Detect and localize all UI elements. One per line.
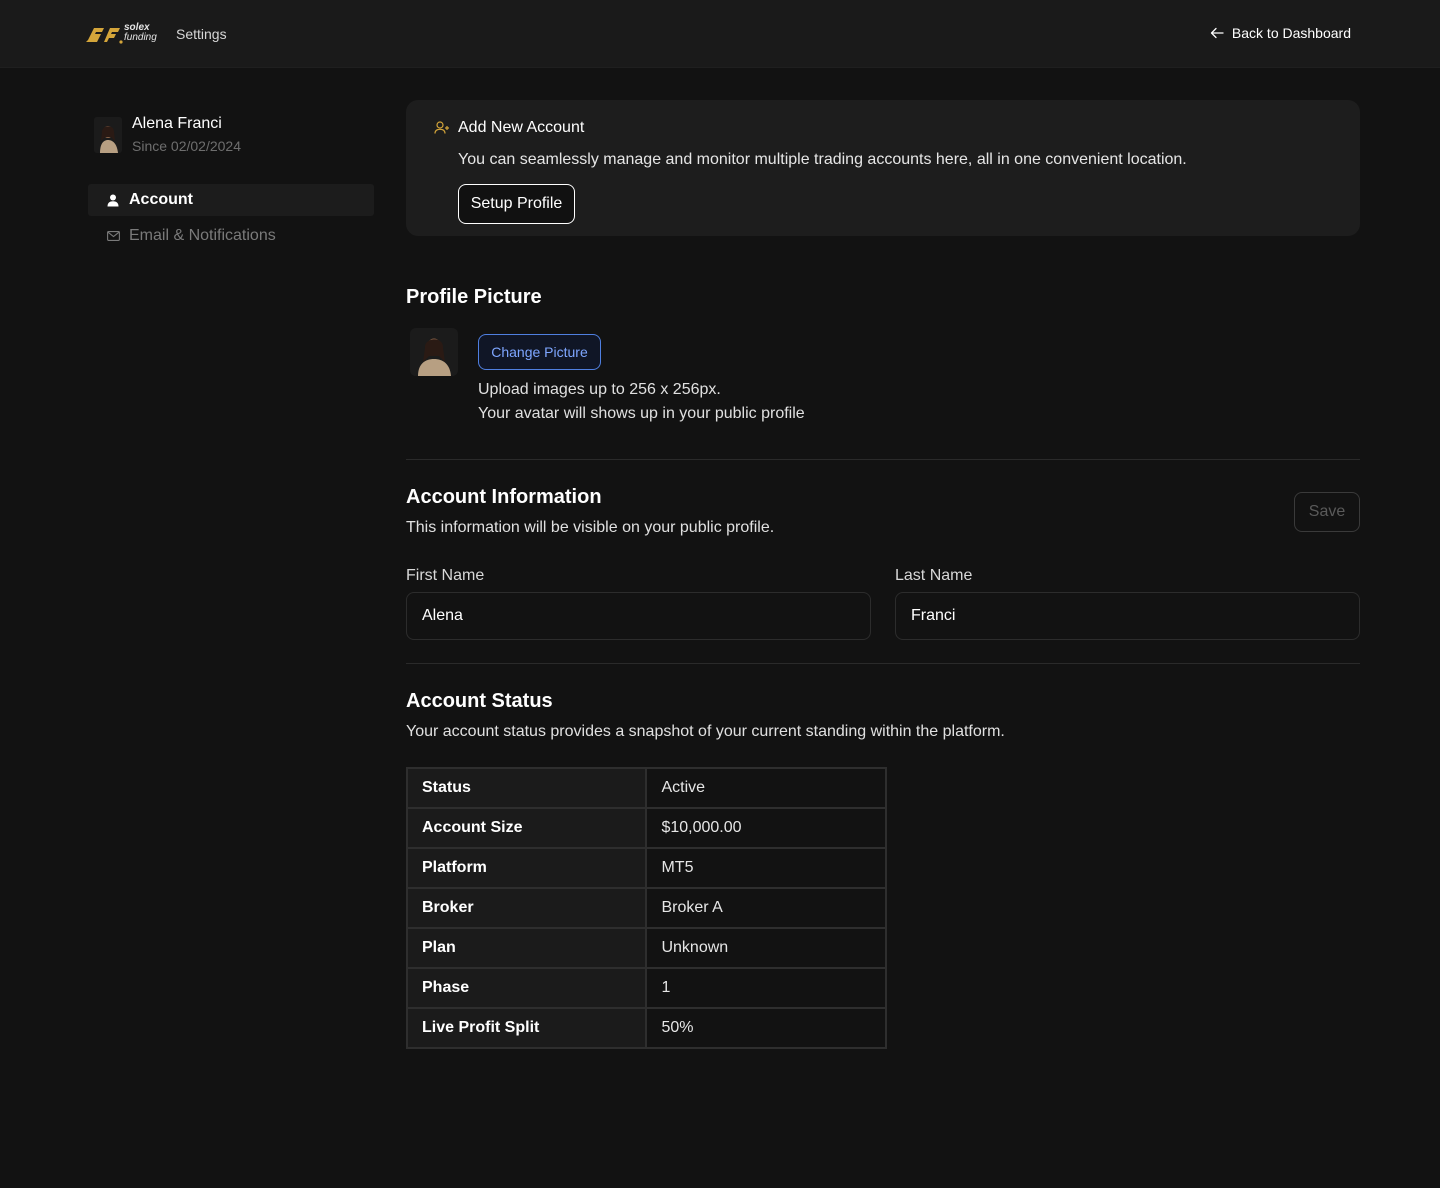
logo-wordmark-bottom: funding (124, 32, 157, 43)
broker-key: Broker (405, 887, 648, 929)
back-to-dashboard-label: Back to Dashboard (1231, 25, 1351, 41)
setup-profile-button[interactable]: Setup Profile (458, 184, 575, 224)
account-status-table: Status Active Account Size $10,000.00 Pl… (405, 767, 887, 1049)
platform-key: Platform (405, 847, 648, 889)
add-account-description: You can seamlessly manage and monitor mu… (458, 151, 1187, 168)
first-name-label: First Name (406, 567, 485, 584)
section-divider (406, 663, 1360, 664)
change-picture-button[interactable]: Change Picture (478, 334, 601, 370)
account-information-description: This information will be visible on your… (406, 519, 775, 536)
account-size-key: Account Size (405, 807, 648, 849)
sidebar-item-label: Account (129, 191, 193, 208)
page-title: Settings (176, 26, 227, 42)
upload-size-hint: Upload images up to 256 x 256px. (478, 381, 721, 398)
table-row: Platform MT5 (405, 847, 887, 889)
add-account-card: Add New Account You can seamlessly manag… (406, 100, 1360, 236)
broker-value: Broker A (645, 887, 887, 929)
sidebar-item-account[interactable]: Account (88, 184, 374, 216)
profile-picture-heading: Profile Picture (406, 286, 542, 308)
top-bar: solex funding Settings Back to Dashboard (0, 0, 1440, 68)
live-profit-split-value: 50% (645, 1007, 887, 1049)
avatar (94, 117, 122, 153)
table-row: Broker Broker A (405, 887, 887, 929)
plan-value: Unknown (645, 927, 887, 969)
plan-key: Plan (405, 927, 648, 969)
last-name-field[interactable] (895, 592, 1360, 640)
status-value: Active (645, 767, 887, 809)
account-status-heading: Account Status (406, 690, 553, 712)
phase-key: Phase (405, 967, 648, 1009)
sidebar-item-label: Email & Notifications (129, 227, 276, 244)
user-card: Alena Franci Since 02/02/2024 (94, 114, 241, 156)
sidebar-item-email-notifications[interactable]: Email & Notifications (88, 220, 374, 252)
save-button[interactable]: Save (1294, 492, 1360, 532)
user-plus-icon (434, 121, 450, 135)
mail-icon (106, 231, 120, 241)
table-row: Account Size $10,000.00 (405, 807, 887, 849)
table-row: Status Active (405, 767, 887, 809)
user-name: Alena Franci (132, 115, 222, 132)
account-size-value: $10,000.00 (645, 807, 887, 849)
add-account-title-text: Add New Account (458, 119, 585, 136)
table-row: Plan Unknown (405, 927, 887, 969)
logo-wordmark: solex funding (124, 23, 157, 43)
back-to-dashboard-link[interactable]: Back to Dashboard (1210, 25, 1351, 41)
last-name-label: Last Name (895, 567, 973, 584)
live-profit-split-key: Live Profit Split (405, 1007, 648, 1049)
platform-value: MT5 (645, 847, 887, 889)
first-name-field[interactable] (406, 592, 871, 640)
arrow-left-icon (1210, 27, 1224, 39)
account-information-heading: Account Information (406, 486, 602, 508)
table-row: Phase 1 (405, 967, 887, 1009)
status-key: Status (405, 767, 648, 809)
profile-avatar (410, 328, 458, 376)
phase-value: 1 (645, 967, 887, 1009)
add-account-title: Add New Account (434, 119, 584, 137)
section-divider (406, 459, 1360, 460)
account-status-description: Your account status provides a snapshot … (406, 723, 1005, 740)
user-since: Since 02/02/2024 (132, 138, 241, 154)
user-icon (106, 194, 120, 207)
table-row: Live Profit Split 50% (405, 1007, 887, 1049)
avatar-visibility-hint: Your avatar will shows up in your public… (478, 405, 805, 422)
